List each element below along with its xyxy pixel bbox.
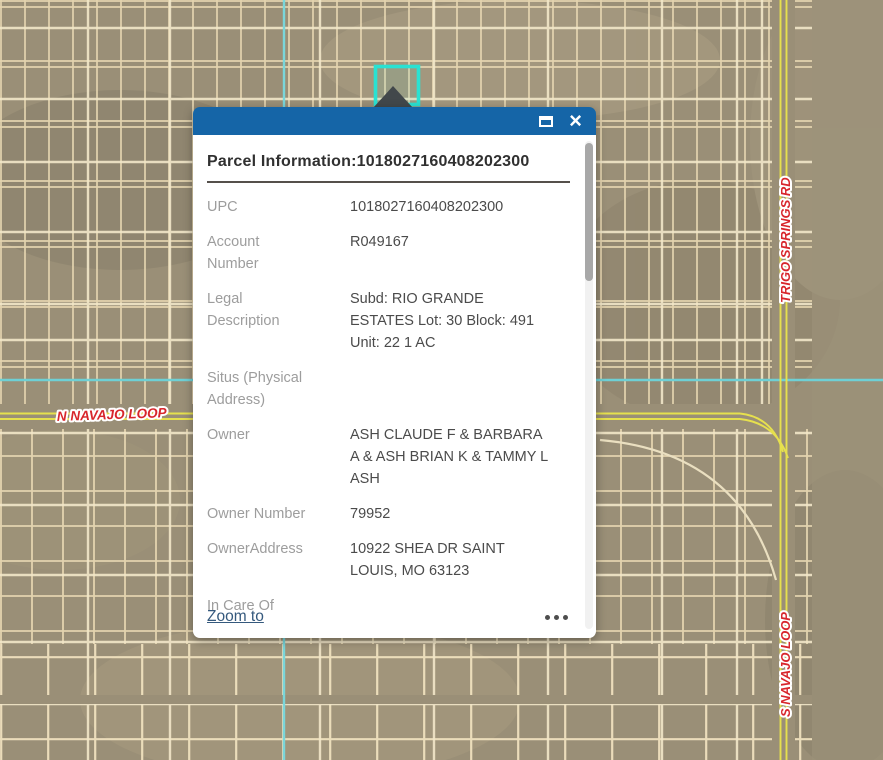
road-label-trigo-springs-rd: TRIGO SPRINGS RD — [778, 177, 793, 303]
popup-anchor-pointer — [373, 86, 413, 108]
field-value: R049167 — [350, 231, 550, 253]
field-row: OwnerAddress 10922 SHEA DR SAINT LOUIS, M… — [207, 538, 570, 582]
maximize-button[interactable] — [539, 110, 553, 132]
parcel-info-popup: × Parcel Information:1018027160408202300… — [193, 107, 596, 638]
maximize-icon — [539, 116, 553, 127]
field-value: 79952 — [350, 503, 550, 525]
popup-footer: Zoom to — [207, 608, 570, 626]
ellipsis-icon — [545, 615, 550, 620]
field-label: OwnerAddress — [207, 538, 307, 560]
field-list: UPC 1018027160408202300 Account Number R049… — [207, 196, 570, 617]
road-label-s-navajo-loop: S NAVAJO LOOP — [778, 612, 793, 717]
field-value: 1018027160408202300 — [350, 196, 550, 218]
field-value: 10922 SHEA DR SAINT LOUIS, MO 63123 — [350, 538, 550, 582]
field-row: UPC 1018027160408202300 — [207, 196, 570, 218]
zoom-to-link[interactable]: Zoom to — [207, 608, 264, 626]
field-value: Subd: RIO GRANDE ESTATES Lot: 30 Block: … — [350, 288, 550, 354]
popup-titlebar[interactable]: × — [193, 107, 596, 135]
field-label: Situs (Physical Address) — [207, 367, 307, 411]
field-row: Legal Description Subd: RIO GRANDE ESTATE… — [207, 288, 570, 354]
field-row: Owner Number 79952 — [207, 503, 570, 525]
field-label: Owner Number — [207, 503, 307, 525]
field-label: UPC — [207, 196, 307, 218]
field-row: Situs (Physical Address) — [207, 367, 570, 411]
popup-scrollbar[interactable] — [585, 141, 593, 629]
popup-title: Parcel Information:1018027160408202300 — [207, 153, 570, 183]
close-button[interactable]: × — [569, 110, 582, 132]
field-row: Owner ASH CLAUDE F & BARBARA A & ASH BRIA… — [207, 424, 570, 490]
more-actions-button[interactable] — [543, 609, 570, 626]
field-label: Legal Description — [207, 288, 307, 332]
field-value: ASH CLAUDE F & BARBARA A & ASH BRIAN K &… — [350, 424, 550, 490]
app-window: N NAVAJO LOOP TRIGO SPRINGS RD S NAVAJO … — [0, 0, 883, 760]
close-icon: × — [569, 111, 582, 131]
field-row: Account Number R049167 — [207, 231, 570, 275]
field-label: Account Number — [207, 231, 307, 275]
popup-body: Parcel Information:1018027160408202300 U… — [193, 135, 596, 638]
field-label: Owner — [207, 424, 307, 446]
scrollbar-thumb[interactable] — [585, 143, 593, 281]
